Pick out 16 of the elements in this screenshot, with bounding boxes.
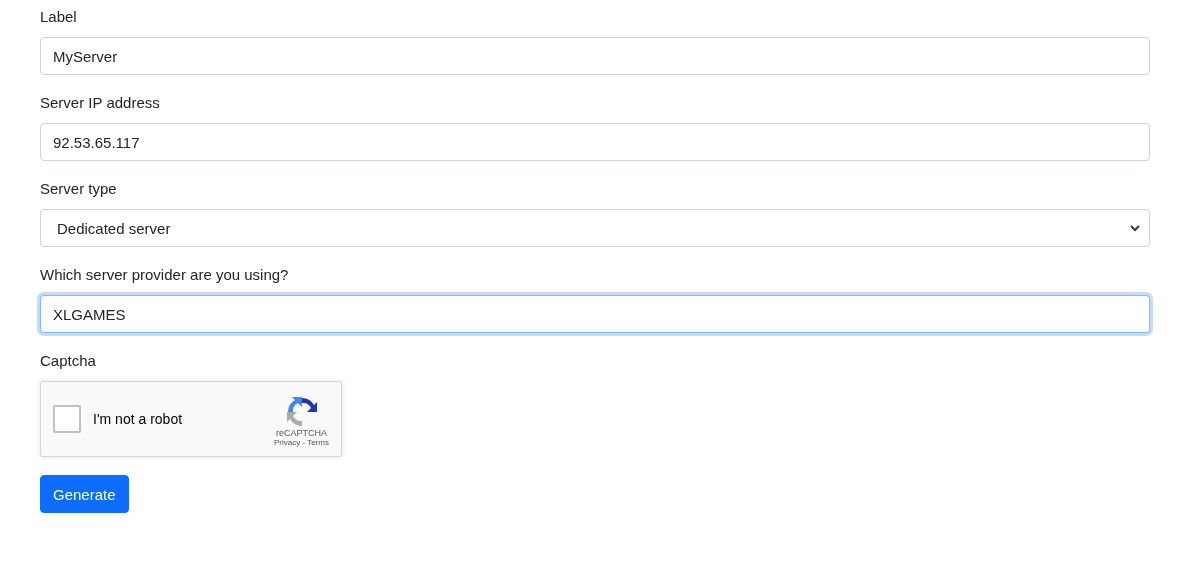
field-label: Server IP address [40, 93, 160, 113]
text-input[interactable]: 92.53.65.117 [40, 123, 1150, 161]
field-label: Label [40, 7, 77, 27]
captcha-checkbox[interactable] [53, 405, 81, 433]
privacy-terms-links[interactable]: Privacy - Terms [274, 437, 329, 447]
field-label: Captcha [40, 351, 96, 371]
text-input[interactable]: XLGAMES [40, 295, 1150, 333]
recaptcha-logo-icon [285, 395, 318, 428]
checkbox-label: I'm not a robot [93, 411, 183, 427]
text-input[interactable]: MyServer [40, 37, 1150, 75]
recaptcha-text: reCAPTCHA [276, 427, 327, 438]
server-type-select[interactable]: Dedicated server [40, 209, 1150, 247]
chevron-down-icon [1129, 223, 1141, 233]
field-label: Server type [40, 179, 117, 199]
field-label: Which server provider are you using? [40, 265, 289, 285]
generate-button[interactable]: Generate [40, 475, 129, 513]
